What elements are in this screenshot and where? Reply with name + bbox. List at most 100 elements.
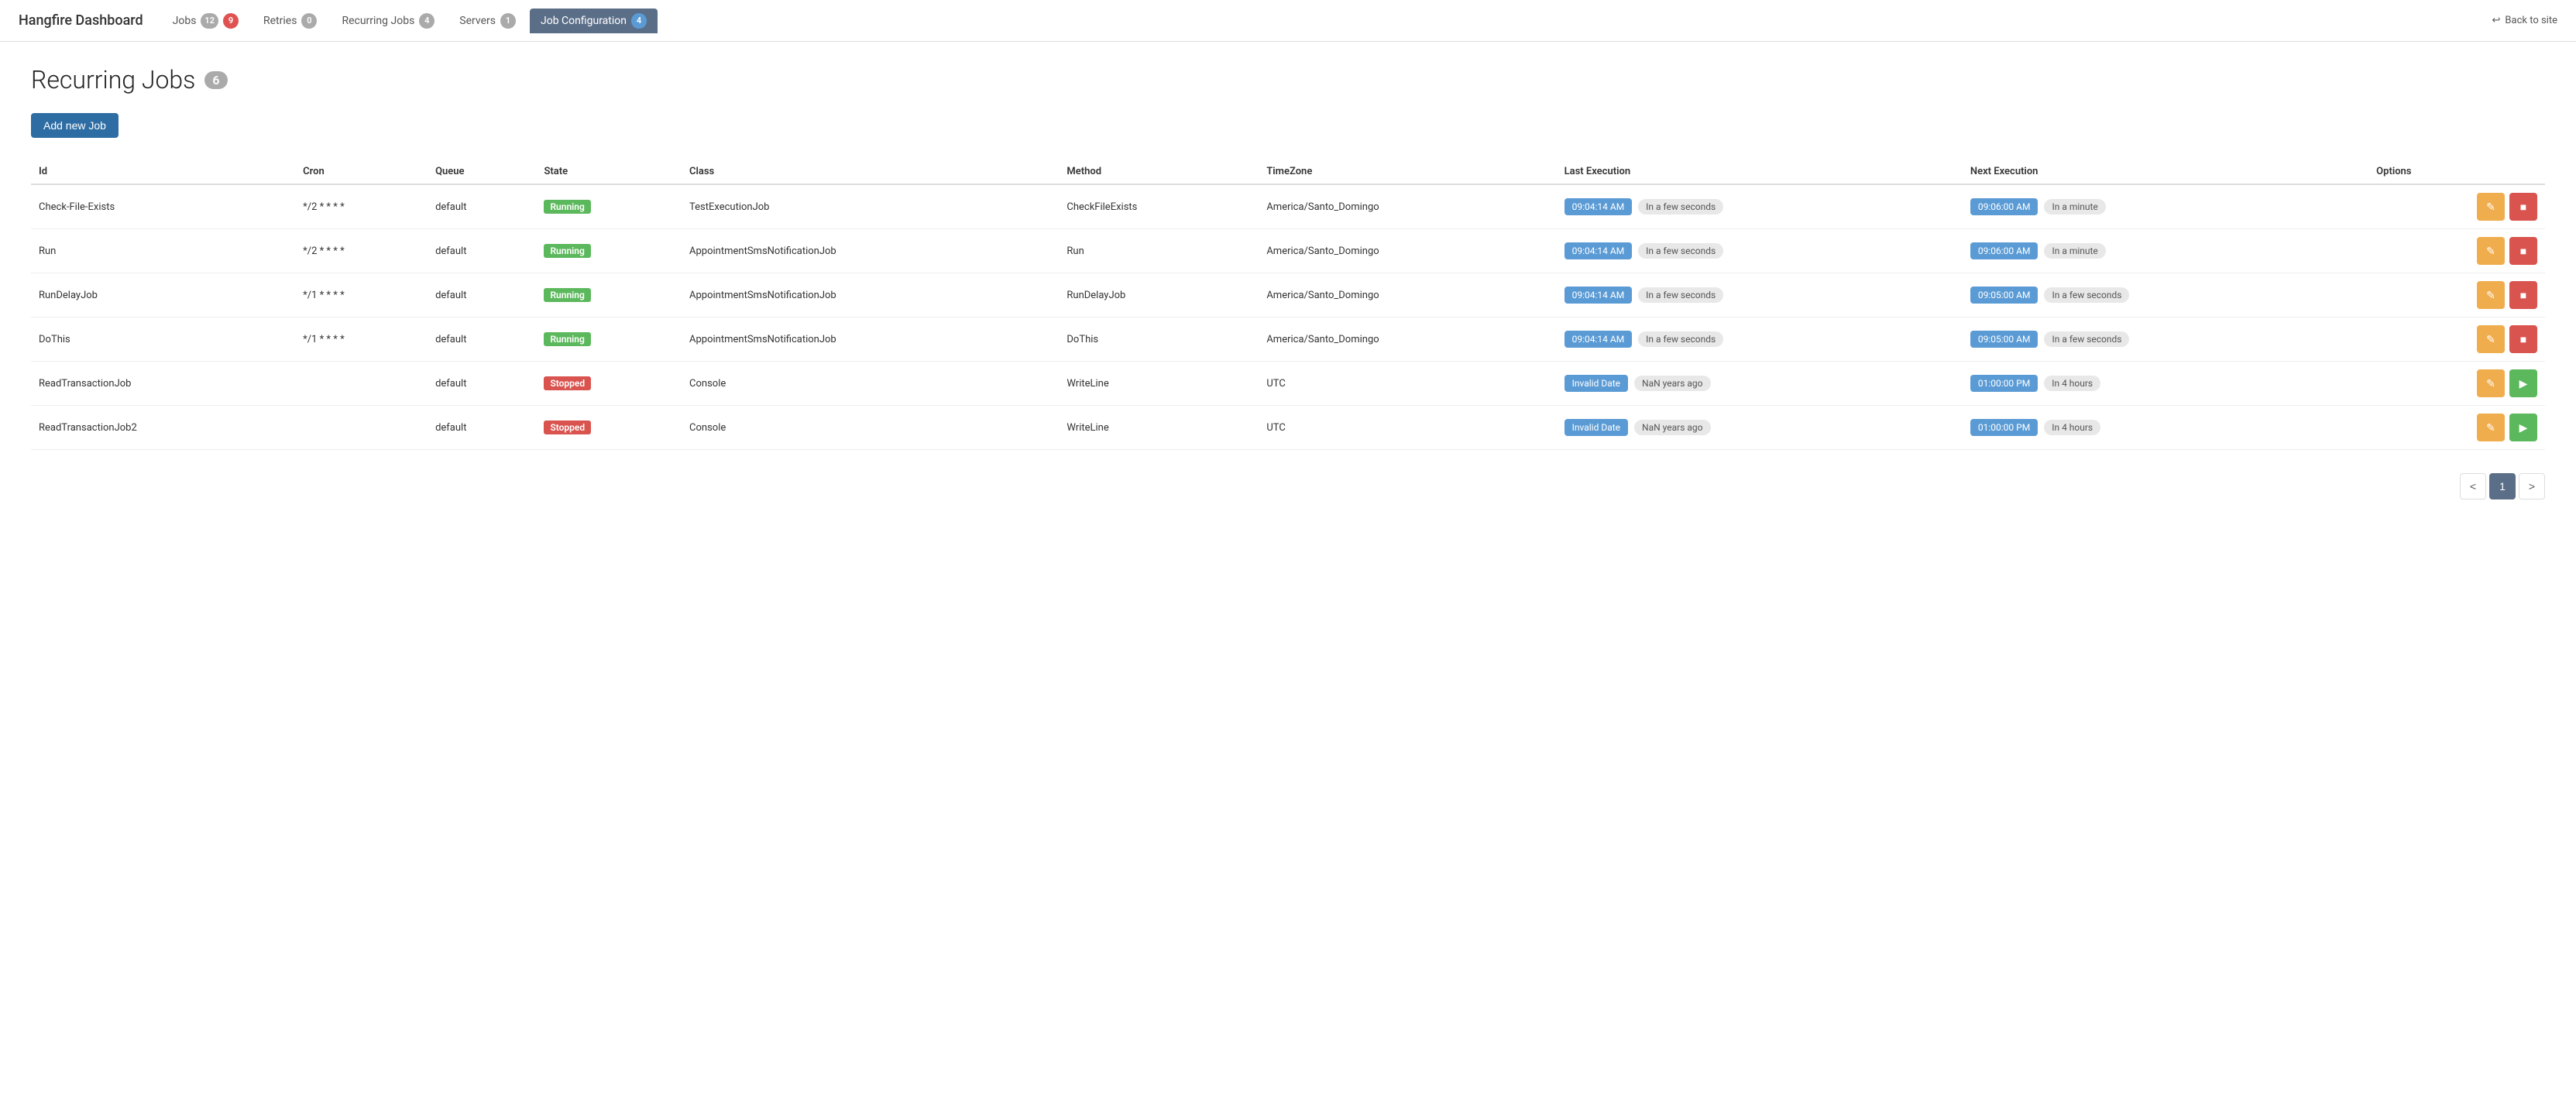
cell-options: ✎ ■ (2368, 229, 2545, 273)
nav-badge-jobs-danger: 9 (223, 13, 239, 29)
next-exec-time: 09:06:00 AM (1970, 242, 2038, 259)
next-exec-rel: In a minute (2044, 243, 2105, 259)
pagination: < 1 > (31, 473, 2545, 499)
cell-options: ✎ ■ (2368, 184, 2545, 229)
edit-button[interactable]: ✎ (2477, 369, 2505, 397)
cell-last-execution: Invalid Date NaN years ago (1557, 406, 1963, 450)
cell-timezone: America/Santo_Domingo (1259, 273, 1556, 318)
run-button[interactable]: ▶ (2509, 369, 2537, 397)
pagination-prev[interactable]: < (2460, 473, 2486, 499)
cell-cron: */2 * * * * (295, 184, 428, 229)
nav-badge-jobs: 12 (201, 13, 218, 29)
last-exec-rel: In a few seconds (1638, 287, 1723, 303)
next-exec-rel: In 4 hours (2044, 420, 2100, 435)
cell-last-execution: 09:04:14 AM In a few seconds (1557, 229, 1963, 273)
cell-id: RunDelayJob (31, 273, 295, 318)
cell-class: Console (682, 362, 1059, 406)
cell-queue: default (428, 184, 536, 229)
back-icon: ↩ (2492, 15, 2501, 26)
cell-state: Running (536, 318, 682, 362)
cell-timezone: America/Santo_Domingo (1259, 318, 1556, 362)
edit-button[interactable]: ✎ (2477, 237, 2505, 265)
edit-icon: ✎ (2486, 377, 2495, 390)
cell-state: Running (536, 184, 682, 229)
cell-state: Stopped (536, 406, 682, 450)
cell-cron (295, 362, 428, 406)
last-exec-time: 09:04:14 AM (1564, 331, 1633, 348)
edit-button[interactable]: ✎ (2477, 193, 2505, 221)
table-row: ReadTransactionJob2 default Stopped Cons… (31, 406, 2545, 450)
nav-item-recurring[interactable]: Recurring Jobs 4 (331, 9, 445, 33)
nav-item-jobconfig[interactable]: Job Configuration 4 (530, 9, 658, 33)
edit-button[interactable]: ✎ (2477, 281, 2505, 309)
delete-button[interactable]: ■ (2509, 237, 2537, 265)
cell-last-execution: 09:04:14 AM In a few seconds (1557, 318, 1963, 362)
state-badge: Running (544, 200, 590, 214)
nav-label-servers: Servers (459, 15, 496, 27)
last-exec-rel: In a few seconds (1638, 331, 1723, 347)
state-badge: Running (544, 288, 590, 302)
nav-item-retries[interactable]: Retries 0 (252, 9, 328, 33)
nav-label-recurring: Recurring Jobs (342, 15, 414, 27)
run-button[interactable]: ▶ (2509, 414, 2537, 441)
navbar: Hangfire Dashboard Jobs 12 9 Retries 0 R… (0, 0, 2576, 42)
next-exec-time: 09:05:00 AM (1970, 331, 2038, 348)
page-title: Recurring Jobs (31, 65, 195, 94)
back-to-site[interactable]: ↩ Back to site (2492, 15, 2557, 26)
cell-next-execution: 09:05:00 AM In a few seconds (1963, 273, 2368, 318)
delete-button[interactable]: ■ (2509, 325, 2537, 353)
cell-timezone: America/Santo_Domingo (1259, 184, 1556, 229)
cell-id: DoThis (31, 318, 295, 362)
col-next-execution: Next Execution (1963, 160, 2368, 184)
nav-badge-jobconfig: 4 (631, 13, 647, 29)
cell-class: Console (682, 406, 1059, 450)
page-count: 6 (204, 71, 227, 89)
pagination-next[interactable]: > (2519, 473, 2545, 499)
edit-icon: ✎ (2486, 245, 2495, 258)
cell-cron: */2 * * * * (295, 229, 428, 273)
edit-button[interactable]: ✎ (2477, 414, 2505, 441)
state-badge: Running (544, 244, 590, 258)
state-badge: Stopped (544, 376, 591, 390)
next-exec-rel: In a few seconds (2044, 331, 2129, 347)
nav-item-jobs[interactable]: Jobs 12 9 (162, 9, 249, 33)
cell-state: Stopped (536, 362, 682, 406)
cell-next-execution: 01:00:00 PM In 4 hours (1963, 362, 2368, 406)
add-new-job-button[interactable]: Add new Job (31, 113, 118, 138)
cell-class: AppointmentSmsNotificationJob (682, 318, 1059, 362)
col-timezone: TimeZone (1259, 160, 1556, 184)
nav-badge-retries: 0 (301, 13, 317, 29)
delete-icon: ■ (2520, 201, 2526, 213)
pagination-current[interactable]: 1 (2489, 473, 2516, 499)
cell-last-execution: Invalid Date NaN years ago (1557, 362, 1963, 406)
col-cron: Cron (295, 160, 428, 184)
nav-item-servers[interactable]: Servers 1 (448, 9, 527, 33)
main-content: Recurring Jobs 6 Add new Job Id Cron Que… (0, 42, 2576, 1095)
cell-timezone: America/Santo_Domingo (1259, 229, 1556, 273)
nav-badge-recurring: 4 (419, 13, 434, 29)
cell-cron: */1 * * * * (295, 273, 428, 318)
cell-state: Running (536, 229, 682, 273)
last-exec-rel: In a few seconds (1638, 243, 1723, 259)
cell-options: ✎ ■ (2368, 273, 2545, 318)
col-last-execution: Last Execution (1557, 160, 1963, 184)
last-exec-time: Invalid Date (1564, 375, 1628, 392)
run-icon: ▶ (2519, 421, 2528, 434)
cell-method: RunDelayJob (1059, 273, 1259, 318)
edit-button[interactable]: ✎ (2477, 325, 2505, 353)
table-body: Check-File-Exists */2 * * * * default Ru… (31, 184, 2545, 450)
table-row: Check-File-Exists */2 * * * * default Ru… (31, 184, 2545, 229)
cell-last-execution: 09:04:14 AM In a few seconds (1557, 273, 1963, 318)
cell-timezone: UTC (1259, 362, 1556, 406)
col-state: State (536, 160, 682, 184)
cell-queue: default (428, 362, 536, 406)
col-method: Method (1059, 160, 1259, 184)
delete-button[interactable]: ■ (2509, 193, 2537, 221)
cell-method: DoThis (1059, 318, 1259, 362)
nav-label-jobconfig: Job Configuration (541, 15, 627, 27)
delete-icon: ■ (2520, 245, 2526, 257)
cell-queue: default (428, 273, 536, 318)
cell-options: ✎ ▶ (2368, 362, 2545, 406)
run-icon: ▶ (2519, 377, 2528, 390)
delete-button[interactable]: ■ (2509, 281, 2537, 309)
